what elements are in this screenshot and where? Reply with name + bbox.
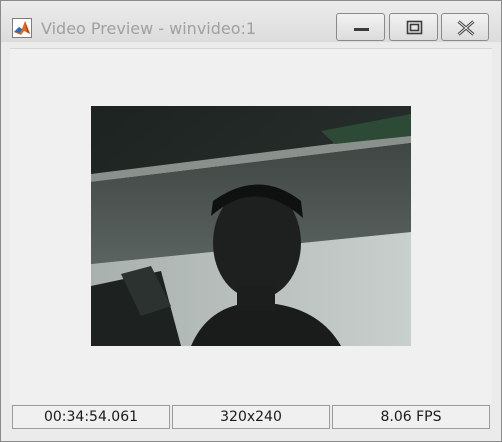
title-bar[interactable]: Video Preview - winvideo:1 — [1, 1, 501, 42]
maximize-icon — [406, 20, 423, 35]
status-bar: 00:34:54.061 320x240 8.06 FPS — [10, 405, 492, 429]
maximize-button[interactable] — [389, 13, 438, 41]
frame-rate-field: 8.06 FPS — [332, 405, 490, 429]
matlab-logo-icon — [12, 18, 32, 38]
video-preview-window: Video Preview - winvideo:1 00:34:54.061 … — [0, 0, 502, 442]
close-icon — [457, 20, 475, 36]
preview-area — [10, 48, 492, 404]
video-frame — [91, 106, 411, 346]
resolution-field: 320x240 — [172, 405, 330, 429]
close-button[interactable] — [441, 13, 489, 41]
window-title: Video Preview - winvideo:1 — [41, 19, 257, 38]
minimize-button[interactable] — [336, 13, 385, 41]
minimize-icon — [354, 28, 369, 31]
timestamp-field: 00:34:54.061 — [12, 405, 170, 429]
